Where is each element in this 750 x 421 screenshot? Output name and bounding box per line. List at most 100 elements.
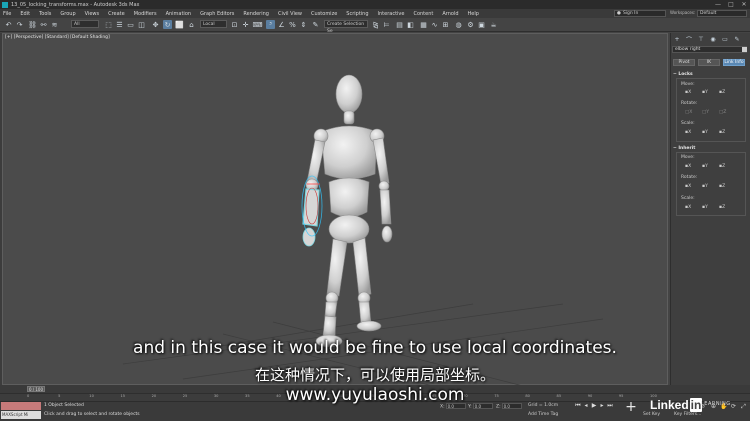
- menu-customize[interactable]: Customize: [311, 11, 337, 17]
- keyboard-shortcut-override-icon[interactable]: ⌨: [252, 20, 262, 29]
- sign-in-button[interactable]: ● Sign In: [614, 10, 666, 17]
- select-object-icon[interactable]: ⬚: [104, 20, 113, 29]
- inherit-move-x[interactable]: ▪X: [685, 164, 691, 169]
- lock-scale-z[interactable]: ▪Z: [719, 130, 725, 135]
- lock-scale-y[interactable]: ▪Y: [702, 130, 708, 135]
- selection-filter-dropdown[interactable]: All: [71, 20, 99, 28]
- locks-rollout-header[interactable]: − Locks: [673, 72, 693, 77]
- select-scale-icon[interactable]: ⬜: [175, 20, 184, 29]
- unlink-icon[interactable]: ⚯: [39, 20, 48, 29]
- percent-snap-icon[interactable]: %: [288, 20, 297, 29]
- perspective-viewport[interactable]: [2, 33, 668, 387]
- bind-space-warp-icon[interactable]: ≋: [50, 20, 59, 29]
- menu-content[interactable]: Content: [413, 11, 433, 17]
- hierarchy-tab-icon[interactable]: ⊤: [696, 35, 706, 44]
- lock-scale-x[interactable]: ▪X: [685, 130, 691, 135]
- align-icon[interactable]: ⊨: [382, 20, 391, 29]
- menu-civil-view[interactable]: Civil View: [278, 11, 302, 17]
- select-move-icon[interactable]: ✥: [151, 20, 160, 29]
- add-time-tag[interactable]: Add Time Tag: [528, 412, 558, 417]
- utilities-tab-icon[interactable]: ✎: [732, 35, 742, 44]
- lock-move-x[interactable]: ▪X: [685, 90, 691, 95]
- select-rotate-icon[interactable]: ↻: [163, 20, 172, 29]
- curve-editor-icon[interactable]: ∿: [430, 20, 439, 29]
- material-editor-icon[interactable]: ◍: [454, 20, 463, 29]
- inherit-rollout-header[interactable]: − Inherit: [673, 146, 695, 151]
- window-crossing-icon[interactable]: ◫: [137, 20, 146, 29]
- toggle-layer-explorer-icon[interactable]: ◧: [406, 20, 415, 29]
- key-filters-button[interactable]: Key Filters...: [674, 412, 701, 417]
- menu-interactive[interactable]: Interactive: [378, 11, 405, 17]
- menu-group[interactable]: Group: [60, 11, 75, 17]
- select-manipulate-icon[interactable]: ✛: [241, 20, 250, 29]
- title-bar: 13_05_locking_transforms.max - Autodesk …: [0, 0, 750, 9]
- maximize-button[interactable]: □: [725, 0, 737, 9]
- modify-tab-icon[interactable]: ⌒: [684, 35, 694, 44]
- menu-scripting[interactable]: Scripting: [346, 11, 368, 17]
- inherit-move-label: Move:: [681, 155, 695, 160]
- lock-rotate-z[interactable]: □Z: [719, 110, 726, 115]
- render-setup-icon[interactable]: ⚙: [466, 20, 475, 29]
- subtitle-chinese: 在这种情况下，可以使用局部坐标。: [254, 366, 495, 384]
- inherit-move-z[interactable]: ▪Z: [719, 164, 725, 169]
- snaps-toggle-icon[interactable]: ³: [266, 20, 275, 29]
- maxscript-mini-listener[interactable]: MAXScript Mi: [1, 411, 41, 419]
- redo-icon[interactable]: ↷: [15, 20, 24, 29]
- link-icon[interactable]: ⛓: [28, 20, 37, 29]
- edit-named-selection-icon[interactable]: ✎: [311, 20, 320, 29]
- toggle-scene-explorer-icon[interactable]: ▤: [395, 20, 404, 29]
- menu-rendering[interactable]: Rendering: [243, 11, 269, 17]
- inherit-scale-x[interactable]: ▪X: [685, 205, 691, 210]
- viewport-label[interactable]: [+] [Perspective] [Standard] [Default Sh…: [5, 35, 110, 40]
- reference-coordinate-dropdown[interactable]: Local: [200, 20, 227, 28]
- angle-snap-icon[interactable]: ∠: [277, 20, 286, 29]
- menu-arnold[interactable]: Arnold: [442, 11, 458, 17]
- menu-edit[interactable]: Edit: [20, 11, 30, 17]
- select-by-name-icon[interactable]: ☰: [115, 20, 124, 29]
- lock-rotate-x[interactable]: □X: [685, 110, 692, 115]
- mirror-icon[interactable]: ⧎: [371, 20, 380, 29]
- object-name-field[interactable]: elbow right: [672, 46, 747, 53]
- menu-create[interactable]: Create: [108, 11, 125, 17]
- render-production-icon[interactable]: ☕: [489, 20, 498, 29]
- rendered-frame-window-icon[interactable]: ▣: [477, 20, 486, 29]
- lock-move-y[interactable]: ▪Y: [702, 90, 708, 95]
- minimize-button[interactable]: —: [712, 0, 724, 9]
- schematic-view-icon[interactable]: ⊞: [441, 20, 450, 29]
- pivot-point-center-icon[interactable]: ⊡: [230, 20, 239, 29]
- inherit-rotate-y[interactable]: ▪Y: [702, 184, 708, 189]
- lock-move-z[interactable]: ▪Z: [719, 90, 725, 95]
- inherit-rotate-z[interactable]: ▪Z: [719, 184, 725, 189]
- set-key-label[interactable]: Set Key: [643, 412, 660, 417]
- object-color-swatch[interactable]: [742, 47, 747, 52]
- workspaces-label: Workspaces:: [670, 10, 696, 15]
- menu-tools[interactable]: Tools: [39, 11, 51, 17]
- undo-icon[interactable]: ↶: [4, 20, 13, 29]
- link-info-button[interactable]: Link Info: [723, 59, 745, 66]
- toggle-ribbon-icon[interactable]: ▦: [419, 20, 428, 29]
- menu-file[interactable]: File: [3, 11, 11, 17]
- inherit-scale-label: Scale:: [681, 196, 695, 201]
- inherit-scale-y[interactable]: ▪Y: [702, 205, 708, 210]
- create-tab-icon[interactable]: +: [672, 35, 682, 44]
- motion-tab-icon[interactable]: ◉: [708, 35, 718, 44]
- linkedin-logo: Linked in: [650, 398, 703, 412]
- menu-animation[interactable]: Animation: [166, 11, 192, 17]
- pivot-button[interactable]: Pivot: [673, 59, 695, 66]
- menu-views[interactable]: Views: [85, 11, 99, 17]
- display-tab-icon[interactable]: ▭: [720, 35, 730, 44]
- menu-help[interactable]: Help: [468, 11, 479, 17]
- close-button[interactable]: ✕: [738, 0, 750, 9]
- lock-rotate-y[interactable]: □Y: [702, 110, 709, 115]
- inherit-scale-z[interactable]: ▪Z: [719, 205, 725, 210]
- workspace-dropdown[interactable]: Default: [697, 10, 747, 17]
- rectangular-selection-icon[interactable]: ▭: [126, 20, 135, 29]
- inherit-move-y[interactable]: ▪Y: [702, 164, 708, 169]
- named-selection-set-dropdown[interactable]: Create Selection Se: [324, 20, 368, 34]
- ik-button[interactable]: IK: [698, 59, 720, 66]
- select-place-icon[interactable]: ⌂: [187, 20, 196, 29]
- menu-modifiers[interactable]: Modifiers: [134, 11, 157, 17]
- spinner-snap-icon[interactable]: ⇕: [299, 20, 308, 29]
- inherit-rotate-x[interactable]: ▪X: [685, 184, 691, 189]
- menu-graph-editors[interactable]: Graph Editors: [200, 11, 234, 17]
